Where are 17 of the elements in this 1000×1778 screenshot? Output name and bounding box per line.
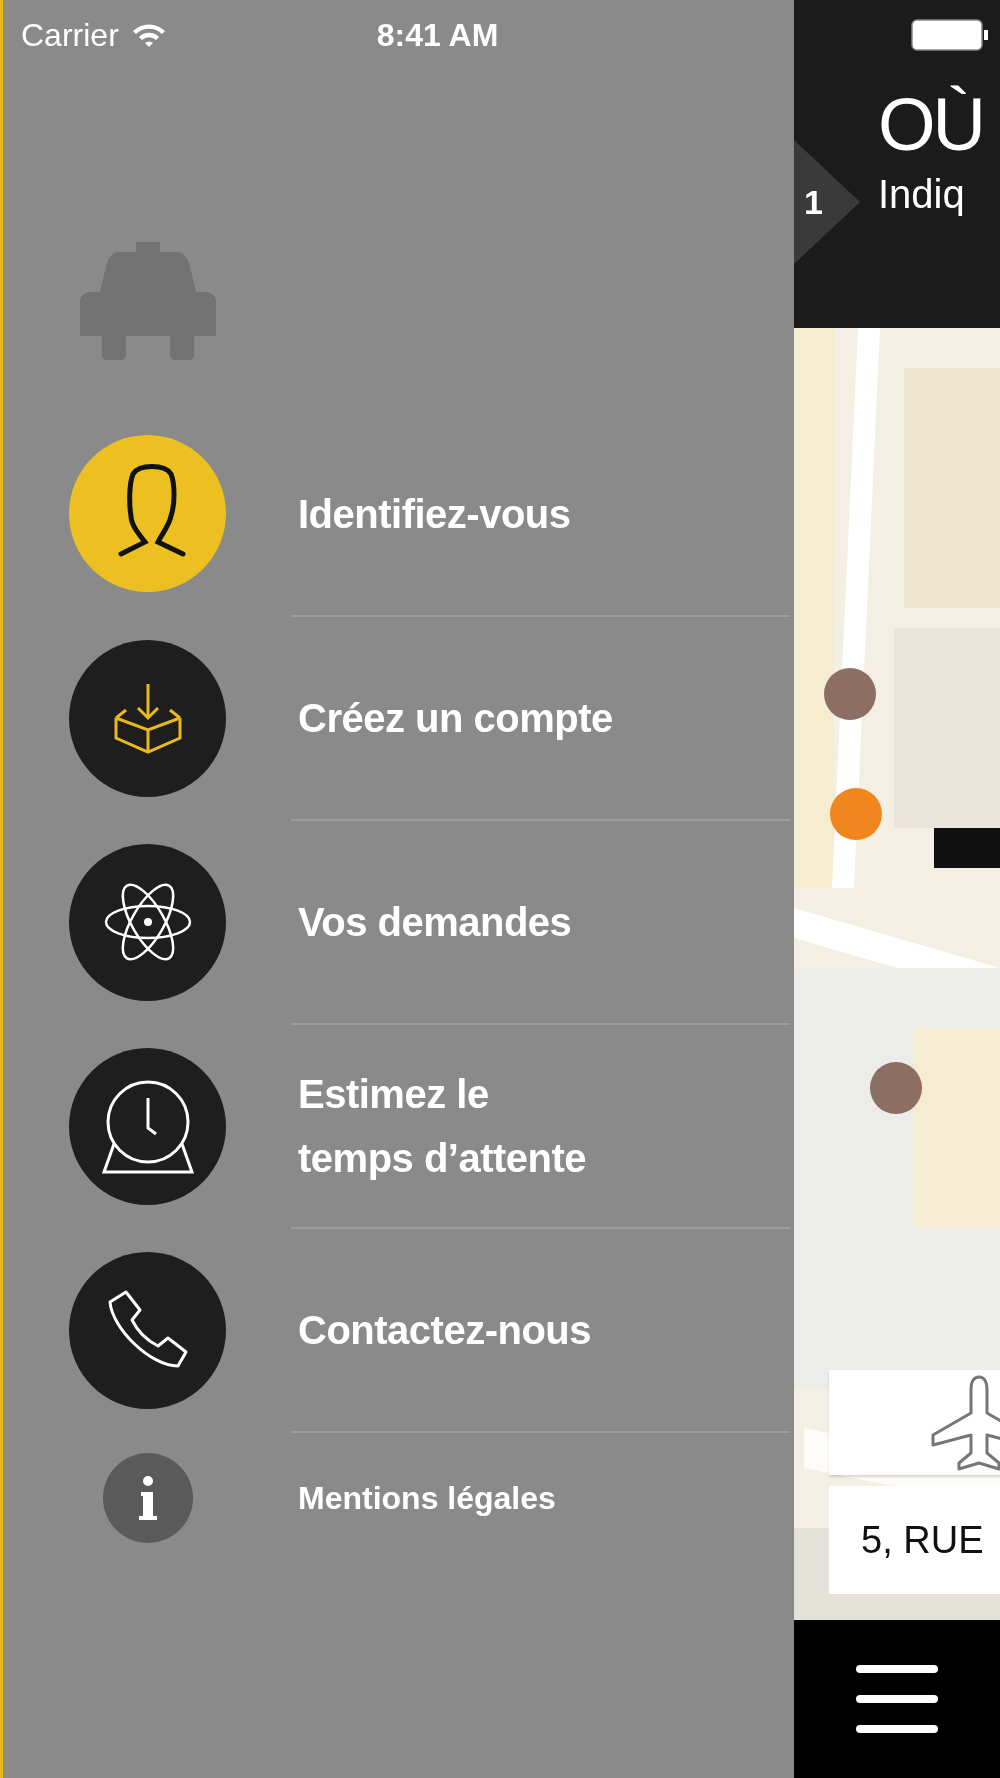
step-marker: 1 (794, 140, 860, 264)
info-icon (139, 1476, 157, 1520)
menu-item[interactable]: Contactez-nous (3, 1229, 794, 1431)
page-title: OÙ (878, 84, 983, 166)
menu-item[interactable]: Identifiez-vous (3, 412, 794, 615)
address-field[interactable]: 5, RUE (829, 1486, 1000, 1594)
page-subtitle: Indiq (878, 171, 966, 218)
menu-item[interactable]: Vos demandes (3, 821, 794, 1023)
clock-time: 8:41 AM (376, 16, 499, 54)
airport-button[interactable] (829, 1370, 1000, 1475)
legal-link[interactable]: Mentions légales (3, 1433, 794, 1563)
menu-item[interactable]: Créez un compte (3, 617, 794, 819)
menu-icon (856, 1665, 938, 1733)
carrier-text: Carrier (21, 16, 119, 54)
menu-button[interactable] (856, 1665, 938, 1733)
menu-item[interactable]: Estimez le temps d’attente (3, 1025, 794, 1227)
battery-icon (911, 18, 991, 52)
